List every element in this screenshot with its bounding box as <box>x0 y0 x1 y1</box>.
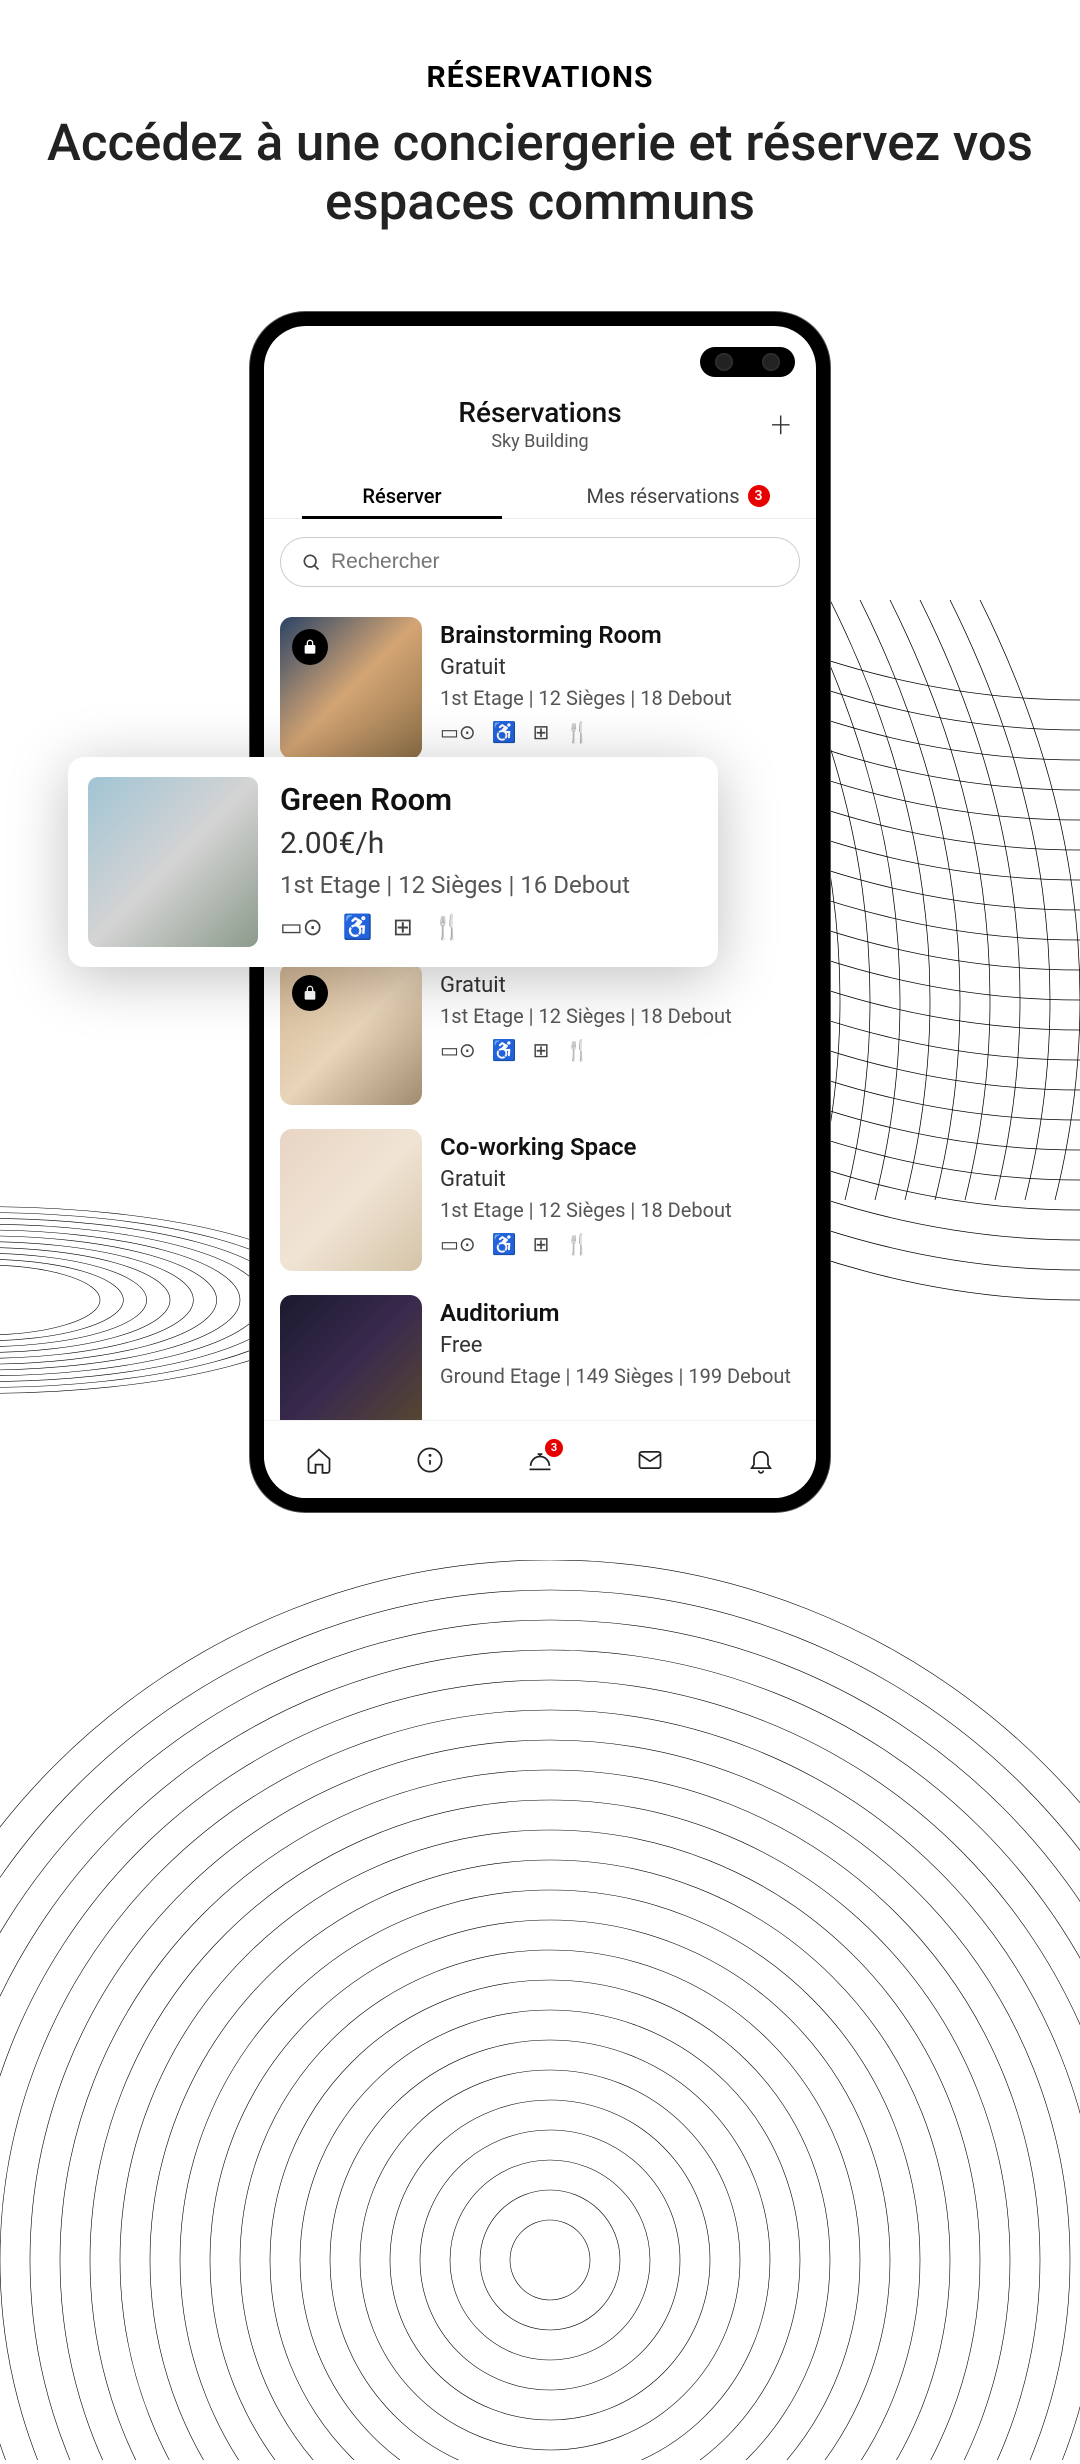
table-icon: ⊞ <box>533 1038 550 1062</box>
projector-icon: ▭⊙ <box>440 1038 476 1062</box>
accessible-icon: ♿ <box>492 720 517 744</box>
table-icon: ⊞ <box>533 720 550 744</box>
tab-reserve[interactable]: Réserver <box>264 474 540 518</box>
room-name: Green Room <box>280 781 698 818</box>
room-price: Free <box>440 1333 800 1358</box>
nav-home[interactable] <box>304 1445 334 1475</box>
room-price: Gratuit <box>440 1167 800 1192</box>
room-price: Gratuit <box>440 973 800 998</box>
projector-icon: ▭⊙ <box>440 720 476 744</box>
search-input[interactable] <box>280 537 800 587</box>
accessible-icon: ♿ <box>492 1232 517 1256</box>
amenities: ▭⊙ ♿ ⊞ 🍴 <box>440 1232 800 1256</box>
catering-icon: 🍴 <box>433 913 463 941</box>
decorative-wireframe <box>0 1560 1080 2460</box>
room-image <box>280 1129 422 1271</box>
phone-camera <box>700 347 795 377</box>
room-name: Auditorium <box>440 1299 800 1327</box>
catering-icon: 🍴 <box>565 1232 590 1256</box>
concierge-badge: 3 <box>545 1439 563 1457</box>
room-item[interactable]: Gratuit 1st Etage | 12 Sièges | 18 Debou… <box>274 951 806 1117</box>
promo-title: Accédez à une conciergerie et réservez v… <box>40 115 1040 232</box>
room-name: Brainstorming Room <box>440 621 800 649</box>
room-image <box>280 617 422 759</box>
room-image <box>280 963 422 1105</box>
bottom-nav: 3 <box>264 1420 816 1498</box>
lock-icon <box>292 629 328 665</box>
search-icon <box>301 552 321 572</box>
room-image <box>280 1295 422 1437</box>
catering-icon: 🍴 <box>565 720 590 744</box>
room-price: 2.00€/h <box>280 826 698 861</box>
room-details: 1st Etage | 12 Sièges | 16 Debout <box>280 871 698 899</box>
catering-icon: 🍴 <box>565 1038 590 1062</box>
room-price: Gratuit <box>440 655 800 680</box>
room-item-highlighted[interactable]: Green Room 2.00€/h 1st Etage | 12 Sièges… <box>68 757 718 967</box>
amenities: ▭⊙ ♿ ⊞ 🍴 <box>440 1038 800 1062</box>
table-icon: ⊞ <box>533 1232 550 1256</box>
tab-label: Réserver <box>362 484 441 508</box>
room-details: Ground Etage | 149 Sièges | 199 Debout <box>440 1364 800 1388</box>
page-subtitle: Sky Building <box>284 431 796 452</box>
amenities: ▭⊙ ♿ ⊞ 🍴 <box>280 913 698 941</box>
room-details: 1st Etage | 12 Sièges | 18 Debout <box>440 686 800 710</box>
add-button[interactable]: + <box>771 404 791 446</box>
room-item[interactable]: Co-working Space Gratuit 1st Etage | 12 … <box>274 1117 806 1283</box>
tab-label: Mes réservations <box>586 484 739 508</box>
lock-icon <box>292 975 328 1011</box>
room-details: 1st Etage | 12 Sièges | 18 Debout <box>440 1004 800 1028</box>
page-title: Réservations <box>284 396 796 429</box>
nav-info[interactable] <box>415 1445 445 1475</box>
nav-concierge[interactable]: 3 <box>525 1445 555 1475</box>
room-image <box>88 777 258 947</box>
projector-icon: ▭⊙ <box>280 913 323 941</box>
tab-my-reservations[interactable]: Mes réservations 3 <box>540 474 816 518</box>
room-item[interactable]: Brainstorming Room Gratuit 1st Etage | 1… <box>274 605 806 771</box>
accessible-icon: ♿ <box>492 1038 517 1062</box>
room-name: Co-working Space <box>440 1133 800 1161</box>
search-field[interactable] <box>331 550 779 574</box>
accessible-icon: ♿ <box>343 913 373 941</box>
projector-icon: ▭⊙ <box>440 1232 476 1256</box>
promo-kicker: RÉSERVATIONS <box>40 60 1040 95</box>
table-icon: ⊞ <box>393 913 413 941</box>
reservation-count-badge: 3 <box>748 485 770 507</box>
nav-messages[interactable] <box>635 1445 665 1475</box>
room-details: 1st Etage | 12 Sièges | 18 Debout <box>440 1198 800 1222</box>
nav-notifications[interactable] <box>746 1445 776 1475</box>
amenities: ▭⊙ ♿ ⊞ 🍴 <box>440 720 800 744</box>
